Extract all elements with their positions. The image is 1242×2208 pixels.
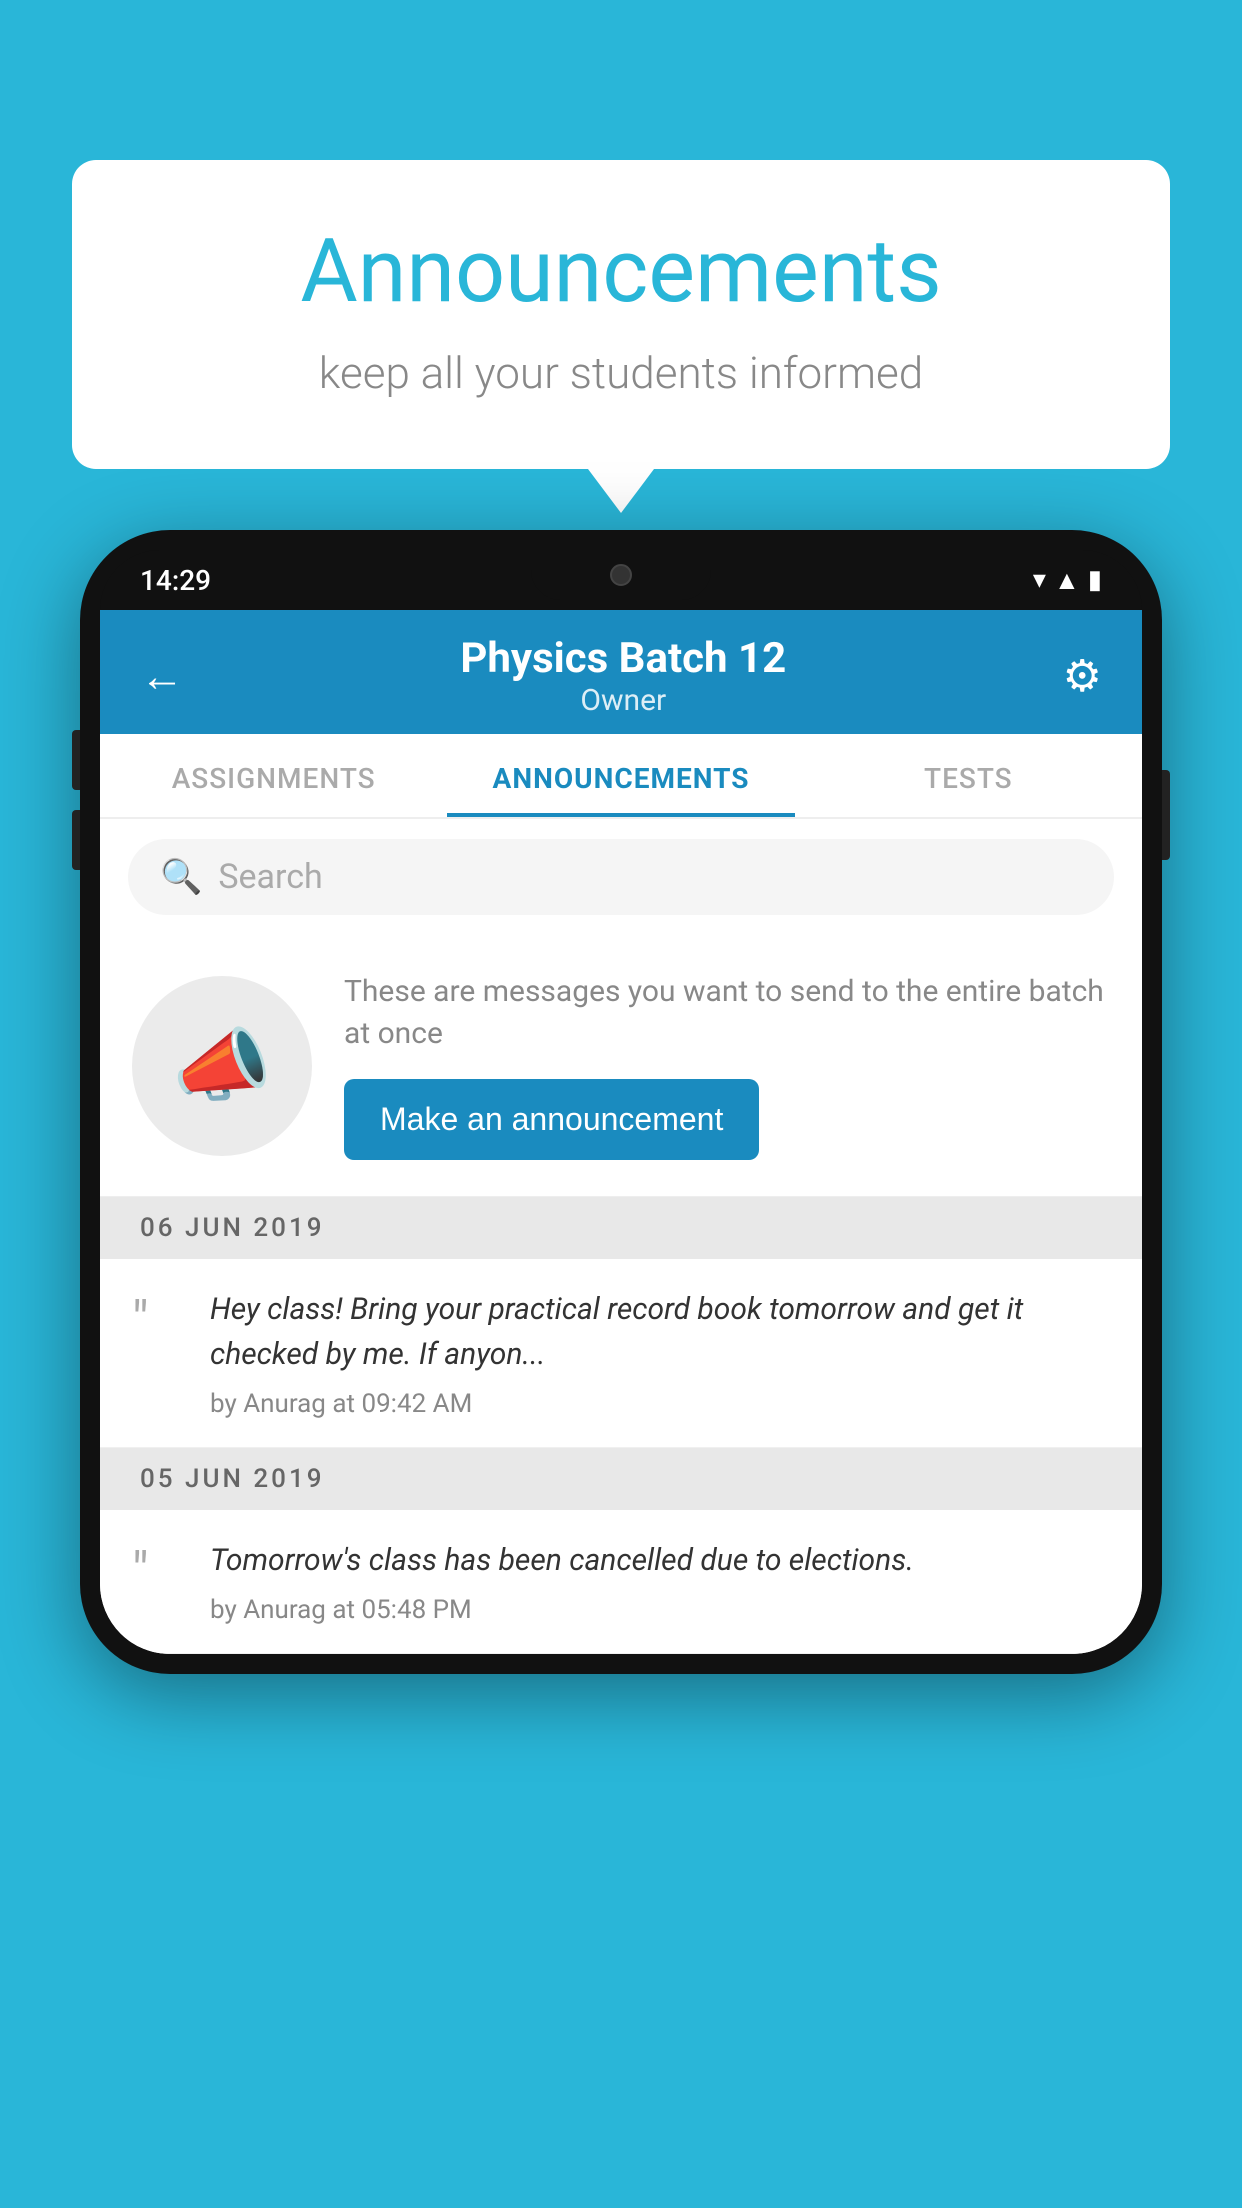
back-button[interactable]: ←	[140, 650, 184, 702]
tab-announcements[interactable]: ANNOUNCEMENTS	[447, 734, 794, 817]
date-separator-2: 05 JUN 2019	[100, 1448, 1142, 1510]
announcement-item-1[interactable]: " Hey class! Bring your practical record…	[100, 1259, 1142, 1448]
power-button	[1162, 770, 1170, 860]
volume-up-button	[72, 730, 80, 790]
phone-screen: ← Physics Batch 12 Owner ⚙ ASSIGNMENTS A…	[100, 610, 1142, 1654]
search-icon: 🔍	[160, 857, 202, 897]
status-bar: 14:29 ▾ ▲ ▮	[100, 550, 1142, 610]
wifi-icon: ▾	[1033, 565, 1046, 595]
announcement-prompt: 📣 These are messages you want to send to…	[100, 935, 1142, 1197]
tabs-bar: ASSIGNMENTS ANNOUNCEMENTS TESTS	[100, 734, 1142, 819]
battery-icon: ▮	[1088, 565, 1102, 595]
front-camera	[610, 564, 632, 586]
status-time: 14:29	[140, 564, 211, 597]
speech-bubble-subtitle: keep all your students informed	[152, 347, 1090, 399]
announcement-meta-1: by Anurag at 09:42 AM	[210, 1389, 1110, 1419]
header-center: Physics Batch 12 Owner	[460, 634, 786, 718]
announcement-meta-2: by Anurag at 05:48 PM	[210, 1595, 1110, 1625]
signal-icon: ▲	[1054, 565, 1080, 596]
batch-title: Physics Batch 12	[460, 634, 786, 683]
phone-outer: 14:29 ▾ ▲ ▮ ← Physics Batch 12 Owner ⚙	[80, 530, 1162, 1674]
quote-icon-2: "	[132, 1546, 182, 1598]
prompt-description: These are messages you want to send to t…	[344, 971, 1110, 1055]
search-input[interactable]: Search	[218, 857, 322, 897]
speech-bubble-title: Announcements	[152, 220, 1090, 323]
make-announcement-button[interactable]: Make an announcement	[344, 1079, 759, 1160]
tab-tests[interactable]: TESTS	[795, 734, 1142, 817]
status-icons: ▾ ▲ ▮	[1033, 565, 1102, 596]
settings-icon[interactable]: ⚙	[1063, 650, 1102, 702]
search-bar[interactable]: 🔍 Search	[128, 839, 1114, 915]
megaphone-icon: 📣	[172, 1019, 272, 1113]
speech-bubble: Announcements keep all your students inf…	[72, 160, 1170, 469]
announcement-item-2[interactable]: " Tomorrow's class has been cancelled du…	[100, 1510, 1142, 1654]
phone-mockup: 14:29 ▾ ▲ ▮ ← Physics Batch 12 Owner ⚙	[80, 530, 1162, 1674]
prompt-right: These are messages you want to send to t…	[344, 971, 1110, 1160]
announcement-content-2: Tomorrow's class has been cancelled due …	[210, 1538, 1110, 1625]
announcement-text-1: Hey class! Bring your practical record b…	[210, 1287, 1110, 1377]
announcement-content-1: Hey class! Bring your practical record b…	[210, 1287, 1110, 1419]
date-separator-1: 06 JUN 2019	[100, 1197, 1142, 1259]
phone-notch	[531, 550, 711, 600]
app-header: ← Physics Batch 12 Owner ⚙	[100, 610, 1142, 734]
tab-assignments[interactable]: ASSIGNMENTS	[100, 734, 447, 817]
search-container: 🔍 Search	[100, 819, 1142, 935]
megaphone-circle: 📣	[132, 976, 312, 1156]
quote-icon-1: "	[132, 1295, 182, 1347]
speech-bubble-container: Announcements keep all your students inf…	[72, 160, 1170, 469]
user-role: Owner	[460, 683, 786, 718]
volume-down-button	[72, 810, 80, 870]
announcement-text-2: Tomorrow's class has been cancelled due …	[210, 1538, 1110, 1583]
